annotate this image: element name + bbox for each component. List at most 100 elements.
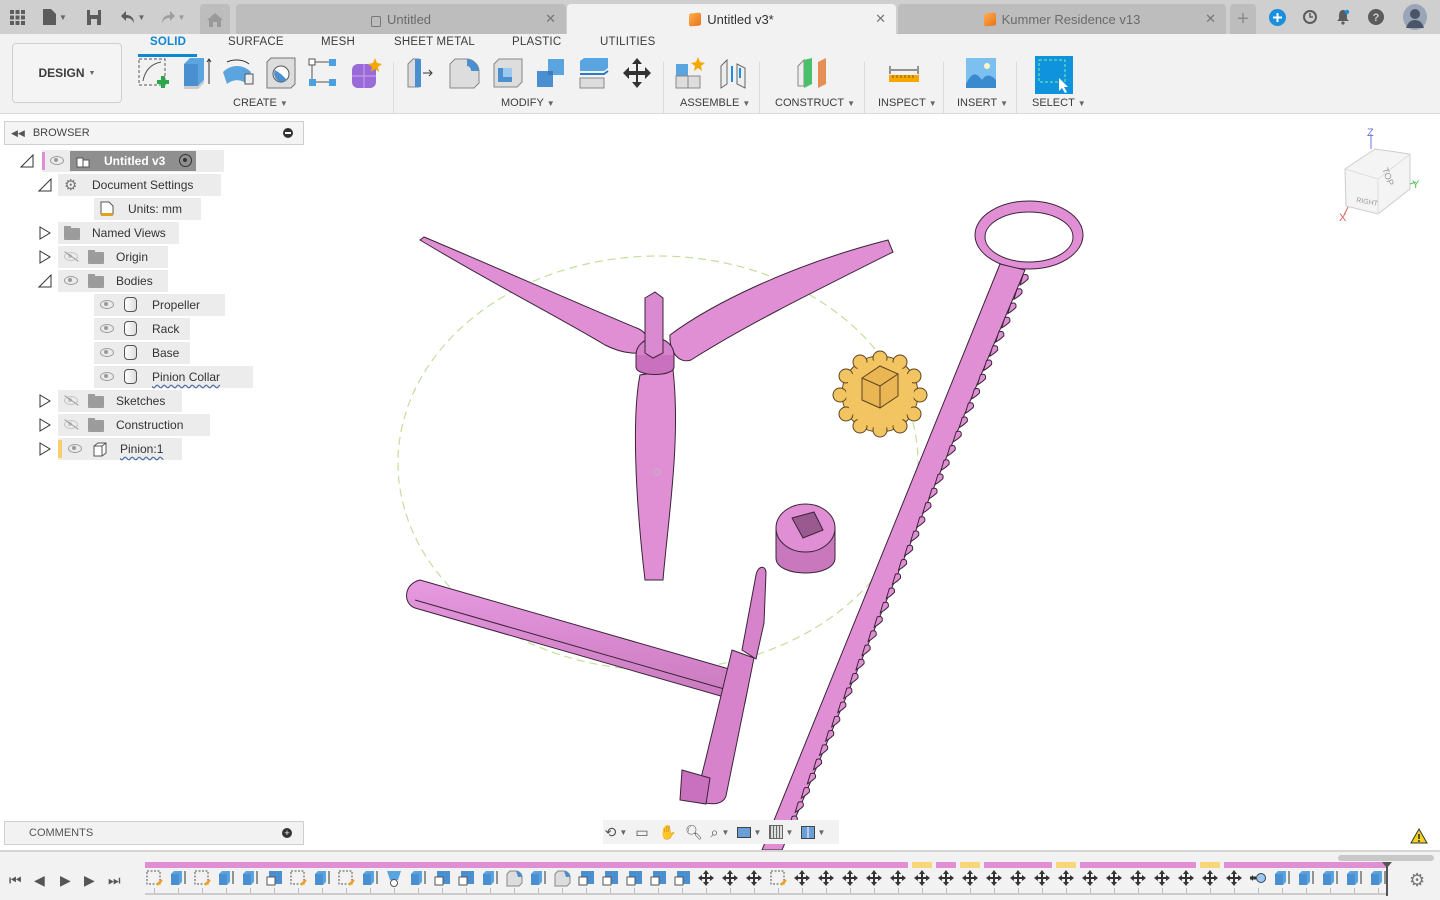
tab-solid[interactable]: SOLID	[150, 36, 186, 48]
timeline-feature-move[interactable]	[1201, 869, 1219, 887]
pattern-button[interactable]	[306, 56, 340, 90]
timeline-feature-fillet[interactable]	[505, 869, 523, 887]
extrude-button[interactable]	[180, 56, 214, 90]
collapse-panel-icon[interactable]: ◀◀	[11, 128, 25, 139]
visibility-eye-icon[interactable]	[68, 444, 82, 453]
tab-sheet-metal[interactable]: SHEET METAL	[394, 36, 475, 48]
undo-button[interactable]: ▼	[118, 8, 148, 26]
visibility-eye-icon[interactable]	[64, 276, 78, 285]
document-tab-untitled-v3[interactable]: Untitled v3* ✕	[567, 4, 896, 34]
timeline-feature-move[interactable]	[793, 869, 811, 887]
tree-item[interactable]: Bodies	[0, 270, 300, 292]
timeline-feature-shell[interactable]	[649, 869, 667, 887]
go-to-end-button[interactable]: ⏭	[108, 872, 121, 889]
timeline-marker[interactable]	[1386, 864, 1388, 896]
fit-button[interactable]: ⌕ ▼	[707, 822, 733, 842]
timeline-feature-extrude[interactable]	[409, 869, 427, 887]
job-status-button[interactable]	[1301, 8, 1319, 26]
timeline-feature-extrude[interactable]	[361, 869, 379, 887]
joint-button[interactable]	[717, 56, 751, 90]
visibility-eye-icon[interactable]	[100, 348, 114, 357]
collapsed-triangle-icon[interactable]	[38, 418, 52, 432]
timeline-feature-extrude[interactable]	[169, 869, 187, 887]
tree-item[interactable]: Rack	[0, 318, 300, 340]
viewports-button[interactable]: ▼	[797, 822, 829, 842]
inspect-menu[interactable]: INSPECT ▼	[878, 97, 937, 109]
redo-button[interactable]: ▼	[158, 8, 188, 26]
create-form-button[interactable]	[349, 56, 383, 90]
add-comment-icon[interactable]: +	[282, 828, 292, 838]
timeline-feature-move[interactable]	[1081, 869, 1099, 887]
timeline-feature-extrude[interactable]	[481, 869, 499, 887]
timeline-feature-extrude[interactable]	[313, 869, 331, 887]
close-tab-icon[interactable]: ✕	[545, 11, 556, 27]
workspace-switcher[interactable]: DESIGN ▼	[12, 43, 122, 103]
tab-utilities[interactable]: UTILITIES	[600, 36, 655, 48]
visibility-eye-icon[interactable]	[100, 300, 114, 309]
timeline-feature-sketch[interactable]	[289, 869, 307, 887]
help-button[interactable]: ?	[1367, 8, 1385, 26]
profile-avatar[interactable]	[1403, 4, 1427, 30]
shell-button[interactable]	[491, 56, 525, 90]
pan-button[interactable]: ✋	[655, 822, 681, 842]
timeline-feature-joint[interactable]	[1249, 869, 1267, 887]
tree-item[interactable]: Origin	[0, 246, 300, 268]
save-button[interactable]	[86, 8, 102, 26]
modify-menu[interactable]: MODIFY ▼	[501, 97, 555, 109]
measure-button[interactable]	[887, 56, 921, 90]
expanded-triangle-icon[interactable]	[38, 178, 52, 192]
display-settings-button[interactable]: ▼	[733, 822, 765, 842]
timeline-feature-move[interactable]	[889, 869, 907, 887]
timeline-feature-move[interactable]	[985, 869, 1003, 887]
timeline-feature-fillet[interactable]	[553, 869, 571, 887]
tree-item[interactable]: ⚙ Document Settings	[0, 174, 300, 196]
collapsed-triangle-icon[interactable]	[38, 394, 52, 408]
timeline-settings-icon[interactable]: ⚙	[1409, 870, 1425, 891]
tree-item[interactable]: Propeller	[0, 294, 300, 316]
collapsed-triangle-icon[interactable]	[38, 442, 52, 456]
timeline-feature-extrude[interactable]	[1273, 869, 1291, 887]
move-copy-button[interactable]	[620, 56, 654, 90]
timeline-feature-sketch[interactable]	[193, 869, 211, 887]
tab-plastic[interactable]: PLASTIC	[512, 36, 561, 48]
file-menu-button[interactable]: ▼	[40, 8, 70, 26]
timeline-feature-extrude[interactable]	[1369, 869, 1387, 887]
expanded-triangle-icon[interactable]	[20, 154, 34, 168]
extensions-button[interactable]	[1268, 8, 1286, 26]
press-pull-button[interactable]	[405, 56, 439, 90]
timeline-feature-move[interactable]	[961, 869, 979, 887]
apps-grid-icon[interactable]	[8, 8, 26, 26]
hole-button[interactable]	[264, 56, 298, 90]
document-tab-kummer-residence[interactable]: Kummer Residence v13 ✕	[898, 4, 1226, 34]
timeline-feature-extrude[interactable]	[1297, 869, 1315, 887]
timeline-feature-move[interactable]	[721, 869, 739, 887]
timeline-feature-move[interactable]	[1129, 869, 1147, 887]
zoom-button[interactable]: 🔍︎	[681, 822, 707, 842]
timeline-scrollbar[interactable]	[1338, 855, 1434, 861]
timeline-feature-move[interactable]	[841, 869, 859, 887]
create-menu[interactable]: CREATE ▼	[233, 97, 288, 109]
go-to-start-button[interactable]: ⏮	[9, 872, 22, 889]
timeline-feature-shell[interactable]	[601, 869, 619, 887]
timeline-feature-sketch[interactable]	[145, 869, 163, 887]
timeline-feature-extrude[interactable]	[241, 869, 259, 887]
timeline-feature-move[interactable]	[745, 869, 763, 887]
timeline-feature-shell[interactable]	[577, 869, 595, 887]
combine-button[interactable]	[534, 56, 568, 90]
notifications-button[interactable]	[1334, 8, 1352, 26]
tree-item[interactable]: Sketches	[0, 390, 300, 412]
comments-panel[interactable]: COMMENTS +	[4, 821, 304, 845]
look-at-button[interactable]: ▭	[629, 822, 655, 842]
visibility-eye-icon[interactable]	[100, 372, 114, 381]
new-component-button[interactable]	[674, 56, 708, 90]
timeline-feature-move[interactable]	[1225, 869, 1243, 887]
orbit-button[interactable]: ⟲ ▼	[603, 822, 629, 842]
timeline-feature-move[interactable]	[1105, 869, 1123, 887]
timeline-feature-move[interactable]	[937, 869, 955, 887]
close-tab-icon[interactable]: ✕	[1205, 11, 1216, 27]
timeline-feature-move[interactable]	[1177, 869, 1195, 887]
timeline-feature-move[interactable]	[865, 869, 883, 887]
step-back-button[interactable]: ◀	[34, 872, 45, 889]
tree-item[interactable]: Construction	[0, 414, 300, 436]
timeline-feature-sketch[interactable]	[337, 869, 355, 887]
